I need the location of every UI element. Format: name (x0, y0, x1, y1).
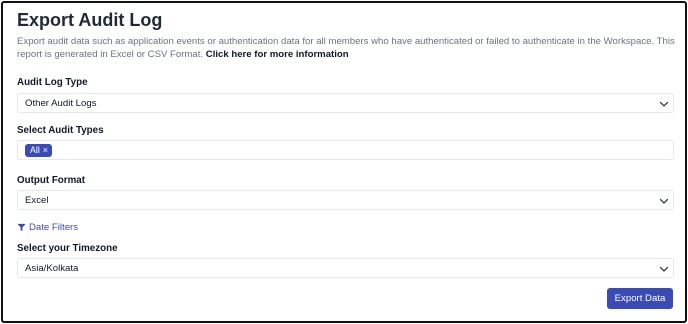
page-description: Export audit data such as application ev… (17, 36, 675, 61)
output-format-value: Excel (25, 195, 49, 206)
export-audit-log-panel: Export Audit Log Export audit data such … (1, 1, 687, 323)
chip-remove-icon[interactable]: × (43, 144, 48, 157)
output-format-label: Output Format (17, 175, 86, 186)
date-filters-label: Date Filters (29, 222, 79, 233)
audit-type-chip: All × (25, 144, 53, 157)
filter-icon (17, 223, 26, 232)
audit-type-chip-label: All (30, 145, 40, 155)
chevron-down-icon (659, 266, 669, 272)
audit-log-type-label: Audit Log Type (17, 77, 88, 88)
timezone-label: Select your Timezone (17, 243, 118, 254)
output-format-select[interactable]: Excel (17, 190, 674, 210)
page-title: Export Audit Log (17, 10, 163, 30)
timezone-value: Asia/Kolkata (25, 263, 79, 274)
chevron-down-icon (659, 198, 669, 204)
chevron-down-icon (659, 101, 669, 107)
audit-log-type-value: Other Audit Logs (25, 98, 97, 109)
timezone-select[interactable]: Asia/Kolkata (17, 258, 674, 278)
date-filters-toggle[interactable]: Date Filters (17, 222, 78, 233)
more-info-link[interactable]: Click here for more information (206, 49, 349, 60)
export-data-button[interactable]: Export Data (607, 288, 673, 309)
audit-log-type-select[interactable]: Other Audit Logs (17, 93, 674, 113)
audit-types-label: Select Audit Types (17, 125, 104, 136)
audit-types-multiselect[interactable]: All × (17, 140, 674, 160)
